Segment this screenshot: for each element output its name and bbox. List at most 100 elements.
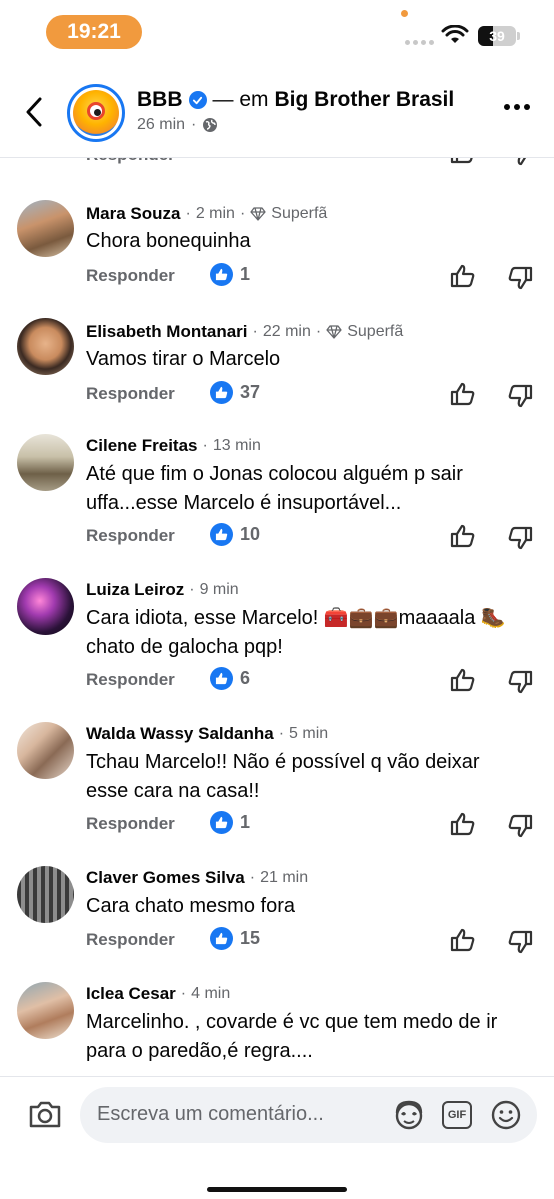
comment-header: Mara Souza · 2 min · Superfã <box>86 204 328 224</box>
avatar-sticker-icon[interactable] <box>392 1099 426 1131</box>
commenter-name[interactable]: Walda Wassy Saldanha <box>86 724 274 744</box>
like-count: 10 <box>240 524 261 544</box>
gif-button[interactable]: GIF <box>442 1101 472 1129</box>
thumbs-up-outline-icon[interactable] <box>450 523 476 549</box>
thumbs-up-outline-icon[interactable] <box>450 381 476 407</box>
thumbs-down-outline-icon[interactable] <box>507 265 533 291</box>
header-connector: — em <box>212 88 269 111</box>
emoji-icon[interactable] <box>490 1099 522 1131</box>
thumbs-up-outline-icon[interactable] <box>450 811 476 837</box>
page-avatar[interactable] <box>67 84 125 142</box>
thumbs-down-outline-icon[interactable] <box>507 669 533 695</box>
superfan-badge: Superfã <box>326 323 403 341</box>
comment-actions: Responder 1 <box>86 811 536 841</box>
avatar[interactable] <box>17 866 74 923</box>
verified-badge-icon <box>188 91 207 109</box>
comment-time: 5 min <box>289 725 329 742</box>
like-summary[interactable]: 1 <box>210 811 250 834</box>
meta-separator: · <box>191 116 197 133</box>
like-count: 1 <box>240 812 251 832</box>
like-summary[interactable]: 1 <box>210 263 250 286</box>
comment-text: Tchau Marcelo!! Não é possível q vão dei… <box>86 751 480 802</box>
avatar[interactable] <box>17 982 74 1039</box>
comment-actions-partial: Responder <box>0 158 554 169</box>
camera-icon[interactable] <box>28 1099 62 1129</box>
comment-time: 22 min <box>262 323 311 340</box>
reply-button[interactable]: Responder <box>86 670 175 690</box>
comment-header: Iclea Cesar · 4 min <box>86 984 231 1004</box>
commenter-name[interactable]: Cilene Freitas <box>86 436 198 456</box>
post-time: 26 min <box>137 116 186 133</box>
bbb-logo-icon <box>73 90 119 136</box>
cellular-signal-icon <box>405 40 434 45</box>
post-header: BBB — em Big Brother Brasil 26 min · <box>0 66 554 158</box>
avatar[interactable] <box>17 722 74 779</box>
back-button[interactable] <box>20 94 48 130</box>
comment-header: Walda Wassy Saldanha · 5 min <box>86 724 329 744</box>
thumbs-up-outline-icon[interactable] <box>450 927 476 953</box>
commenter-name[interactable]: Luiza Leiroz <box>86 580 184 600</box>
comment-text: Vamos tirar o Marcelo <box>86 348 281 370</box>
battery-icon: 39 <box>478 26 516 46</box>
like-reaction-icon <box>210 381 233 404</box>
comments-list: Responder Mara Souza · 2 min · Superfã C… <box>0 158 554 1076</box>
commenter-name[interactable]: Elisabeth Montanari <box>86 322 248 342</box>
comment-actions: Responder 37 <box>86 381 536 411</box>
wifi-icon <box>441 25 469 43</box>
comment-text: Até que fim o Jonas colocou alguém p sai… <box>86 463 463 514</box>
comment-text: Cara idiota, esse Marcelo! 🧰💼💼maaaala 🥾 … <box>86 607 506 658</box>
like-count: 6 <box>240 668 251 688</box>
like-reaction-icon <box>210 927 233 950</box>
more-options-icon[interactable] <box>504 104 530 110</box>
reply-button[interactable]: Responder <box>86 384 175 404</box>
avatar[interactable] <box>17 318 74 375</box>
avatar[interactable] <box>17 200 74 257</box>
commenter-name[interactable]: Claver Gomes Silva <box>86 868 245 888</box>
avatar[interactable] <box>17 434 74 491</box>
commenter-name[interactable]: Mara Souza <box>86 204 180 224</box>
page-name[interactable]: BBB <box>137 88 183 112</box>
status-time: 19:21 <box>46 15 142 49</box>
reply-button[interactable]: Responder <box>86 266 175 286</box>
post-title: BBB — em Big Brother Brasil <box>137 88 454 112</box>
reply-button[interactable]: Responder <box>86 814 175 834</box>
diamond-icon <box>250 207 266 221</box>
like-summary[interactable]: 10 <box>210 523 260 546</box>
reply-button[interactable]: Responder <box>86 526 175 546</box>
comment-input[interactable]: Escreva um comentário... GIF <box>80 1087 537 1143</box>
reply-button[interactable]: Responder <box>86 930 175 950</box>
thumbs-up-outline-icon[interactable] <box>450 667 476 693</box>
thumbs-down-outline-icon[interactable] <box>507 813 533 839</box>
status-bar: 19:21 39 <box>0 0 554 66</box>
comment-time: 13 min <box>212 437 261 454</box>
comment-header: Cilene Freitas · 13 min <box>86 436 261 456</box>
like-summary[interactable]: 15 <box>210 927 260 950</box>
thumbs-down-outline-icon[interactable] <box>507 525 533 551</box>
like-reaction-icon <box>210 523 233 546</box>
comment-time: 2 min <box>195 205 235 222</box>
like-summary[interactable]: 6 <box>210 667 250 690</box>
battery-level: 39 <box>489 28 505 44</box>
reply-button[interactable]: Responder <box>86 158 175 165</box>
group-name[interactable]: Big Brother Brasil <box>275 88 455 112</box>
superfan-badge: Superfã <box>250 205 327 223</box>
thumbs-up-outline-icon[interactable] <box>450 158 476 165</box>
comment-time: 4 min <box>191 985 231 1002</box>
comment-composer: Escreva um comentário... GIF <box>0 1076 554 1199</box>
comment-actions: Responder 15 <box>86 927 536 957</box>
thumbs-down-outline-icon[interactable] <box>507 383 533 409</box>
avatar[interactable] <box>17 578 74 635</box>
diamond-icon <box>326 325 342 339</box>
like-count: 37 <box>240 382 261 402</box>
privacy-indicator-dot <box>401 10 408 17</box>
comment-actions: Responder 10 <box>86 523 536 553</box>
thumbs-up-outline-icon[interactable] <box>450 263 476 289</box>
emoji-toolbox-briefcase: 🧰💼💼 <box>323 607 399 629</box>
thumbs-down-outline-icon[interactable] <box>507 929 533 955</box>
comment-actions: Responder 1 <box>86 263 536 293</box>
post-meta: 26 min · <box>137 116 218 134</box>
thumbs-down-outline-icon[interactable] <box>507 158 533 167</box>
commenter-name[interactable]: Iclea Cesar <box>86 984 176 1004</box>
like-count: 15 <box>240 928 261 948</box>
like-summary[interactable]: 37 <box>210 381 260 404</box>
